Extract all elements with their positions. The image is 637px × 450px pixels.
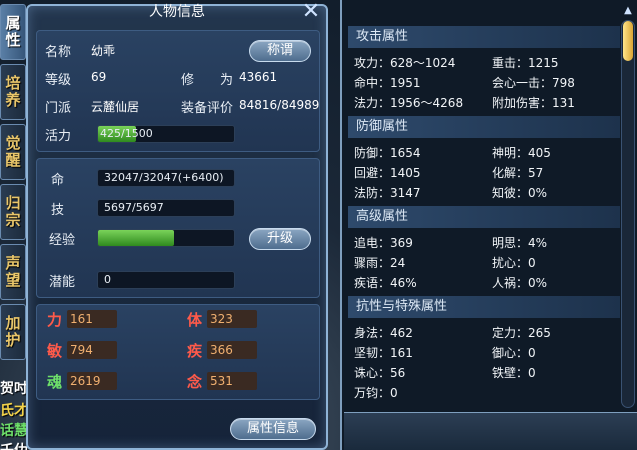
magic-defense-attr: 法防：3147 [354,186,421,200]
cultivation-value: 43661 [239,70,278,84]
divine-attr: 神明：405 [492,146,551,160]
equip-score-label: 装备评价 [181,101,234,116]
tenacity-attr: 坚韧：161 [354,346,413,360]
potential-label: 潜能 [49,275,76,290]
tab-reputation[interactable]: 声望 [0,244,26,300]
attack-attr: 攻力：628～1024 [354,56,456,70]
panel-ornament-frame [344,412,637,450]
attribute-detail-panel: 攻击属性 攻力：628～1024 重击：1215 命中：1951 会心一击：79… [340,0,637,450]
character-info-panel: 人物信息 ✕ 名称 幼乖 称谓 等级 69 修 为 43661 门派 云麓仙居 … [26,1,328,450]
attribute-info-button[interactable]: 属性信息 [230,418,316,440]
swift-chant-attr: 疾语：46% [354,276,417,290]
clarity-attr: 明思：4% [492,236,548,250]
heart-pierce-attr: 诛心：56 [354,366,406,380]
vitality-label: 活力 [45,129,72,144]
scroll-up-icon[interactable]: ▲ [621,4,635,18]
chat-fragment: 壬仂 [0,440,28,450]
tab-attributes[interactable]: 属性 [0,4,26,60]
stat-soul-label: 魂 [47,373,63,391]
skill-value: 5697/5697 [97,199,235,217]
title-button[interactable]: 称谓 [249,40,311,62]
name-value: 幼乖 [91,44,116,58]
tab-ancestry[interactable]: 归宗 [0,184,26,240]
rainstorm-attr: 骤雨：24 [354,256,406,270]
level-value: 69 [91,70,107,84]
stat-speed-value: 366 [207,341,257,359]
stat-strength-value: 161 [67,310,117,328]
hp-label: 命 [51,173,65,188]
defense-attributes-header: 防御属性 [348,116,620,138]
attribute-list: 攻击属性 攻力：628～1024 重击：1215 命中：1951 会心一击：79… [348,22,620,414]
scrollbar-thumb[interactable] [623,21,633,61]
profile-section: 名称 幼乖 称谓 等级 69 修 为 43661 门派 云麓仙居 装备评价 84… [36,30,320,152]
chat-fragment: 贺吋 [0,381,28,397]
attribute-scrollbar[interactable] [621,20,635,408]
tab-protection[interactable]: 加护 [0,304,26,360]
sect-label: 门派 [45,101,72,116]
skill-label: 技 [51,203,65,218]
exp-bar [97,229,235,247]
vitality-value: 425/1500 [100,127,153,140]
accuracy-attr: 命中：1951 [354,76,421,90]
chat-fragment: 话慧 [0,423,28,439]
evasion-attr: 回避：1405 [354,166,421,180]
stat-agility-label: 敏 [47,342,63,360]
mind-guard-attr: 御心：0 [492,346,536,360]
insight-attr: 知彼：0% [492,186,548,200]
lightning-attr: 追电：369 [354,236,413,250]
stat-mind-label: 念 [187,373,203,391]
iron-wall-attr: 铁壁：0 [492,366,536,380]
crit-strike-attr: 会心一击：798 [492,76,575,90]
close-icon[interactable]: ✕ [300,1,322,24]
agility-body-attr: 身法：462 [354,326,413,340]
tab-training[interactable]: 培养 [0,64,26,120]
side-tabs: 属性 培养 觉醒 归宗 声望 加护 [0,0,28,380]
base-stats-section: 力 161 体 323 敏 794 疾 366 魂 2619 念 531 [36,304,320,400]
status-section: 命 32047/32047(+6400) 技 5697/5697 经验 升级 潜… [36,158,320,298]
exp-label: 经验 [49,233,76,248]
disrupt-attr: 扰心：0 [492,256,536,270]
name-label: 名称 [45,45,72,60]
magic-attr: 法力：1956～4268 [354,96,464,110]
stat-body-value: 323 [207,310,257,328]
chat-fragment: 氏才 [0,403,28,419]
tab-awakening[interactable]: 觉醒 [0,124,26,180]
equip-score-value: 84816/84989 [239,98,320,112]
panel-title: 人物信息 [149,4,205,20]
hp-value: 32047/32047(+6400) [97,169,235,187]
cultivation-label: 修 为 [181,73,234,88]
potential-value: 0 [97,271,235,289]
resist-attributes-header: 抗性与特殊属性 [348,296,620,318]
vitality-bar: 425/1500 [97,125,235,143]
stat-soul-value: 2619 [67,372,117,390]
critical-hit-attr: 重击：1215 [492,56,559,70]
stat-agility-value: 794 [67,341,117,359]
defense-attr: 防御：1654 [354,146,421,160]
stat-body-label: 体 [187,311,203,329]
sect-value: 云麓仙居 [91,100,140,114]
mighty-attr: 万钧：0 [354,386,398,400]
stat-mind-value: 531 [207,372,257,390]
stat-speed-label: 疾 [187,342,203,360]
level-label: 等级 [45,73,72,88]
concentration-attr: 定力：265 [492,326,551,340]
resolve-attr: 化解：57 [492,166,544,180]
calamity-attr: 人祸：0% [492,276,548,290]
advanced-attributes-header: 高级属性 [348,206,620,228]
stat-strength-label: 力 [47,311,63,329]
exp-bar-fill [98,230,175,246]
extra-damage-attr: 附加伤害：131 [492,96,575,110]
upgrade-button[interactable]: 升级 [249,228,311,250]
attack-attributes-header: 攻击属性 [348,26,620,48]
